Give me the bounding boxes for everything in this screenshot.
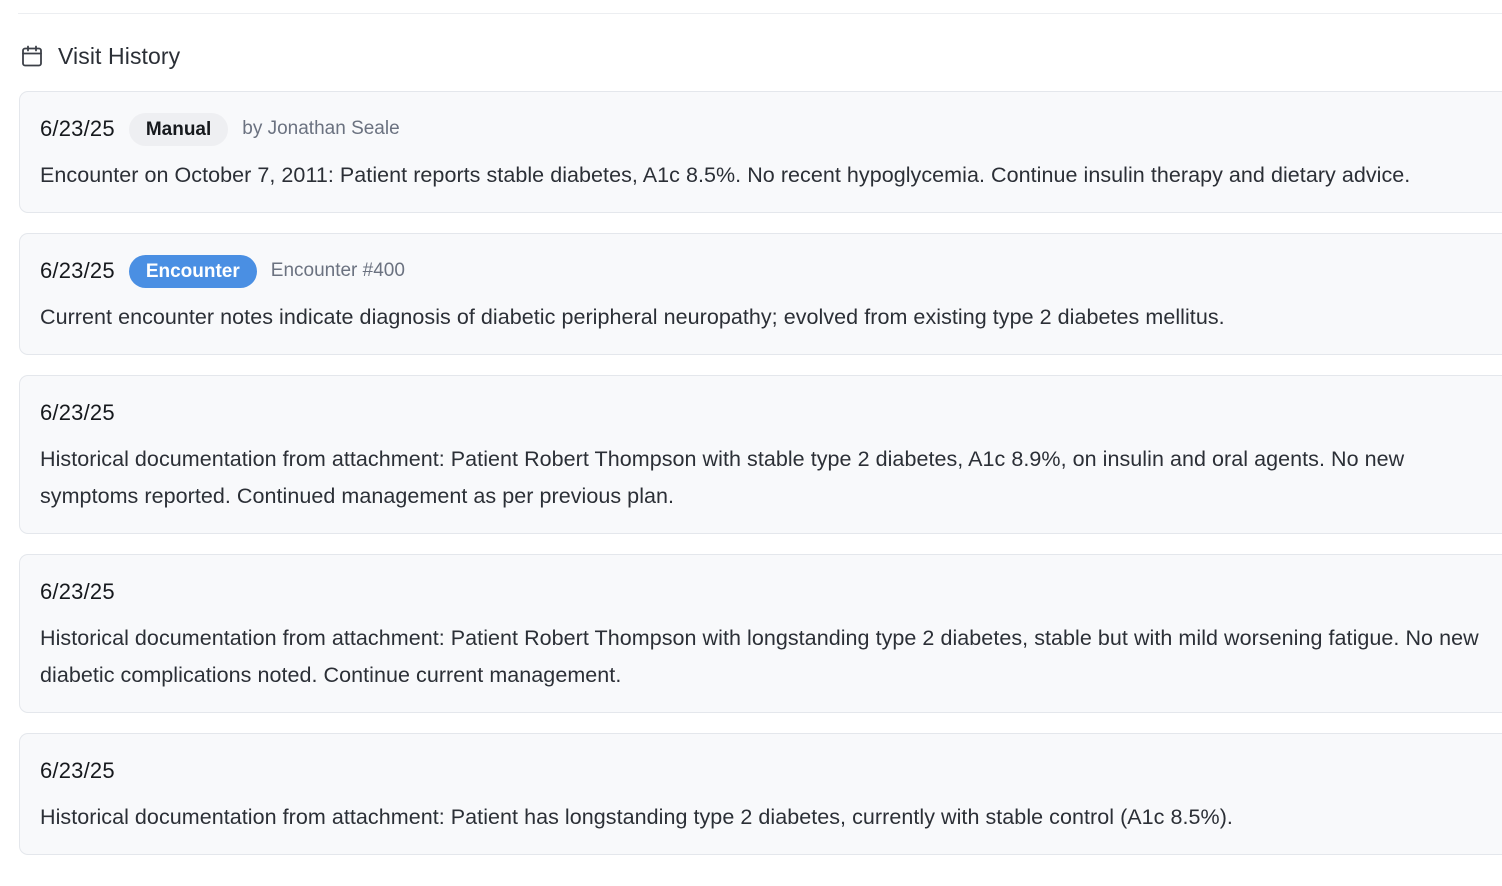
visit-card-header: 6/23/25 Encounter Encounter #400 bbox=[40, 253, 1499, 289]
visit-author: by Jonathan Seale bbox=[242, 118, 400, 139]
visit-note: Encounter on October 7, 2011: Patient re… bbox=[40, 163, 1411, 187]
visit-card[interactable]: 6/23/25 Manual by Jonathan Seale Encount… bbox=[19, 91, 1502, 213]
visit-note: Historical documentation from attachment… bbox=[40, 805, 1233, 829]
visit-note: Historical documentation from attachment… bbox=[40, 626, 1479, 687]
visit-note: Historical documentation from attachment… bbox=[40, 447, 1405, 508]
top-divider bbox=[18, 13, 1502, 14]
visit-card[interactable]: 6/23/25 Encounter Encounter #400 Current… bbox=[19, 233, 1502, 355]
visit-date: 6/23/25 bbox=[40, 258, 115, 283]
visit-list: 6/23/25 Manual by Jonathan Seale Encount… bbox=[19, 91, 1502, 875]
visit-date: 6/23/25 bbox=[40, 400, 115, 425]
source-badge-manual: Manual bbox=[128, 112, 229, 146]
encounter-reference: Encounter #400 bbox=[270, 260, 405, 281]
visit-card-header: 6/23/25 bbox=[40, 574, 1499, 610]
visit-card-header: 6/23/25 bbox=[40, 753, 1499, 789]
visit-card[interactable]: 6/23/25 Historical documentation from at… bbox=[19, 375, 1502, 534]
visit-date: 6/23/25 bbox=[40, 579, 115, 604]
source-badge-encounter: Encounter bbox=[128, 254, 257, 288]
visit-history-header: Visit History bbox=[20, 40, 180, 72]
visit-card-header: 6/23/25 Manual by Jonathan Seale bbox=[40, 111, 1499, 147]
section-title: Visit History bbox=[58, 42, 181, 69]
visit-card-header: 6/23/25 bbox=[40, 395, 1499, 431]
visit-card[interactable]: 6/23/25 Historical documentation from at… bbox=[19, 554, 1502, 713]
visit-card[interactable]: 6/23/25 Historical documentation from at… bbox=[19, 733, 1502, 855]
visit-date: 6/23/25 bbox=[40, 116, 115, 141]
calendar-icon bbox=[20, 44, 44, 68]
visit-date: 6/23/25 bbox=[40, 758, 115, 783]
visit-note: Current encounter notes indicate diagnos… bbox=[40, 305, 1225, 329]
